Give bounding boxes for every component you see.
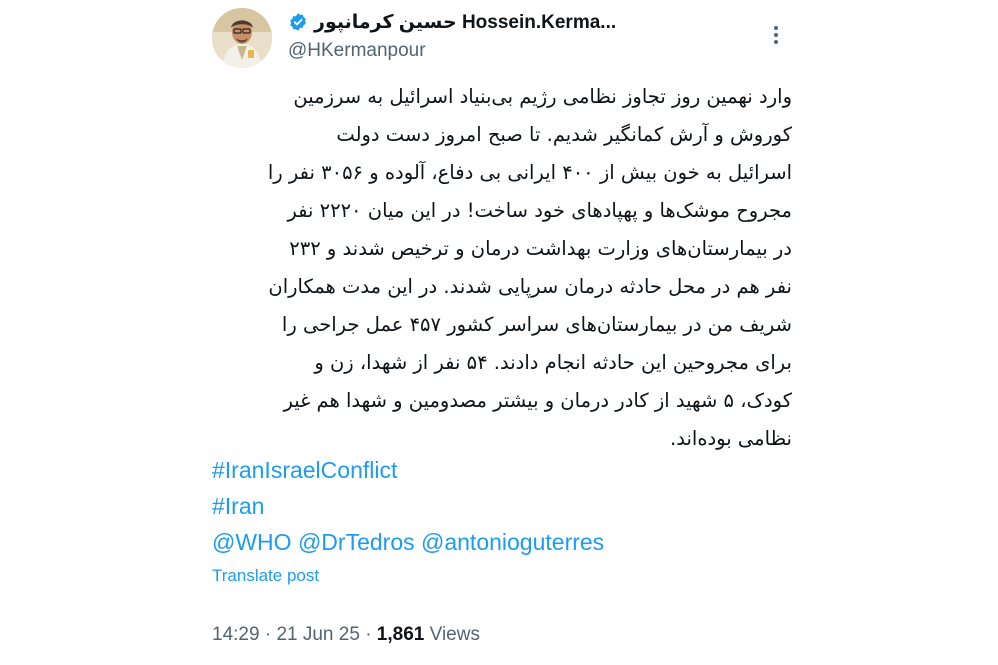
verified-badge-icon [290, 13, 306, 31]
tweet-date[interactable]: 21 Jun 25 [276, 624, 359, 645]
translate-post-link[interactable]: Translate post [212, 566, 319, 586]
mention-drtedros[interactable]: @DrTedros [298, 529, 415, 555]
meta-separator: · [365, 624, 372, 645]
mention-who[interactable]: @WHO [212, 529, 292, 555]
tweet-text-line: کوروش و آرش کمانگیر شدیم. تا صبح امروز د… [336, 123, 792, 146]
tweet-text-line: مجروح موشک‌ها و پهپادهای خود ساخت! در ای… [287, 199, 792, 222]
tweet-text-line: نفر هم در محل حادثه درمان سرپایی شدند. د… [268, 275, 792, 298]
views-count: 1,861 [376, 624, 425, 645]
page: حسین کرمانپور Hossein.Kerma... @HKermanp… [0, 0, 998, 665]
hashtag-iran[interactable]: #Iran [212, 488, 797, 524]
more-dot [774, 40, 778, 44]
meta-separator: · [264, 624, 272, 645]
author-handle[interactable]: @HKermanpour [288, 40, 748, 62]
tweet-text-line: کودک، ۵ شهید از کادر درمان و بیشتر مصدوم… [283, 389, 792, 412]
tweet-time[interactable]: 14:29 [212, 624, 260, 645]
avatar-image [212, 8, 272, 68]
mentions-row: @WHO @DrTedros @antonioguterres [212, 524, 797, 560]
tweet-links: #IranIsraelConflict #Iran @WHO @DrTedros… [212, 452, 797, 560]
mention-antonioguterres[interactable]: @antonioguterres [421, 529, 604, 555]
display-name[interactable]: حسین کرمانپور Hossein.Kerma... [314, 11, 616, 34]
tweet-text-line: در بیمارستان‌های وزارت بهداشت درمان و تر… [289, 237, 792, 260]
more-options-icon[interactable] [767, 22, 785, 48]
tweet-text-line: اسرائیل به خون بیش از ۴۰۰ ایرانی بی دفاع… [267, 161, 792, 184]
hashtag-iranisraelconflict[interactable]: #IranIsraelConflict [212, 452, 797, 488]
tweet-text-line: وارد نهمین روز تجاوز نظامی رژیم بی‌بنیاد… [293, 85, 792, 108]
tweet-text-line: شریف من در بیمارستان‌های سراسر کشور ۴۵۷ … [281, 313, 792, 336]
tweet-text-line: برای مجروحین این حادثه انجام دادند. ۵۴ ن… [314, 351, 792, 374]
avatar[interactable] [212, 8, 272, 68]
more-dot [774, 26, 778, 30]
tweet-meta: 14:29 · 21 Jun 25 · 1,861 Views [212, 624, 480, 646]
views-label: Views [429, 624, 480, 645]
display-name-row[interactable]: حسین کرمانپور Hossein.Kerma... [288, 8, 748, 36]
tweet-text: وارد نهمین روز تجاوز نظامی رژیم بی‌بنیاد… [212, 78, 792, 458]
author-info: حسین کرمانپور Hossein.Kerma... @HKermanp… [288, 8, 748, 62]
more-dot [774, 33, 778, 37]
tweet-card: حسین کرمانپور Hossein.Kerma... @HKermanp… [212, 0, 797, 665]
